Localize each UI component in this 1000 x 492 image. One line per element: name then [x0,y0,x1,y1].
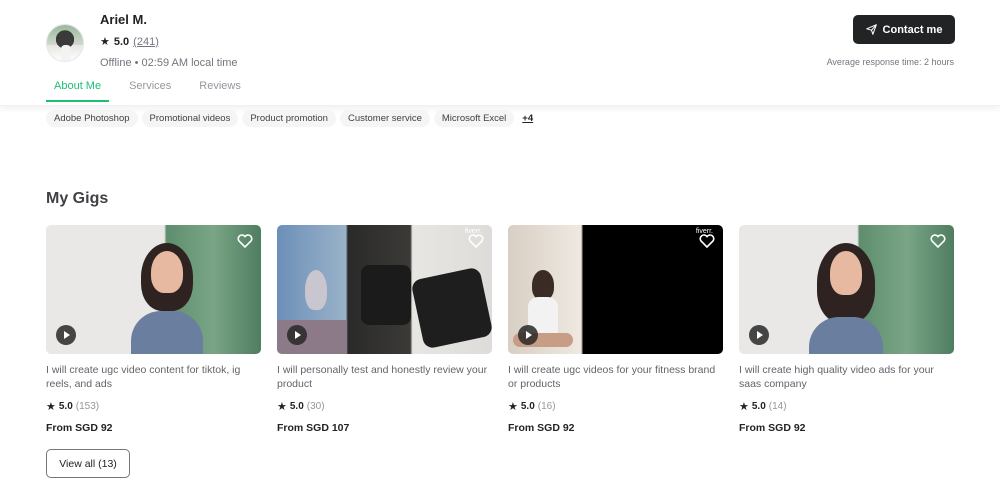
person-shirt [809,317,883,354]
play-icon[interactable] [749,325,769,345]
play-icon[interactable] [56,325,76,345]
gig-title[interactable]: I will create high quality video ads for… [739,363,954,391]
product-case [410,266,492,350]
heart-icon[interactable] [930,234,946,248]
skills-list: Adobe Photoshop Promotional videos Produ… [46,110,533,127]
person-face [830,251,862,295]
gig-rating: ★ 5.0 (30) [277,400,492,413]
response-time: Average response time: 2 hours [826,57,954,67]
play-icon[interactable] [287,325,307,345]
send-icon [865,24,877,35]
tab-reviews[interactable]: Reviews [191,80,249,102]
gig-rating: ★ 5.0 (14) [739,400,954,413]
gig-thumbnail[interactable]: fiverr. [508,225,723,354]
avatar[interactable] [46,24,84,62]
person-figure [305,270,327,310]
gig-rating-value: 5.0 [751,401,766,412]
gig-rating-count: (16) [537,401,556,412]
skill-tag[interactable]: Microsoft Excel [433,110,515,127]
heart-icon[interactable] [468,234,484,248]
gig-rating-count: (14) [768,401,787,412]
seller-name[interactable]: Ariel M. [100,12,147,27]
gig-rating-value: 5.0 [289,401,304,412]
gig-card[interactable]: I will create high quality video ads for… [739,225,954,434]
gig-price: From SGD 92 [508,422,575,434]
gig-title[interactable]: I will personally test and honestly revi… [277,363,492,391]
tab-about-me[interactable]: About Me [46,80,110,102]
rating-count-link[interactable]: (241) [133,36,159,48]
gig-rating: ★ 5.0 (153) [46,400,261,413]
view-all-button[interactable]: View all (13) [46,449,130,478]
gig-thumbnail[interactable]: fiverr. [277,225,492,354]
product-bag [361,265,411,325]
gig-rating: ★ 5.0 (16) [508,400,723,413]
gig-title[interactable]: I will create ugc video content for tikt… [46,363,261,391]
gig-card[interactable]: fiverr. I will create ugc videos for you… [508,225,723,434]
gig-price: From SGD 92 [739,422,806,434]
star-icon: ★ [739,401,749,413]
gig-card[interactable]: I will create ugc video content for tikt… [46,225,261,434]
rating-value: 5.0 [113,35,130,48]
star-icon: ★ [277,401,287,413]
gig-rating-count: (30) [306,401,325,412]
gig-rating-value: 5.0 [58,401,73,412]
gig-title[interactable]: I will create ugc videos for your fitnes… [508,363,723,391]
gig-price: From SGD 92 [46,422,113,434]
star-icon: ★ [46,401,56,413]
heart-icon[interactable] [237,234,253,248]
contact-me-label: Contact me [882,23,943,36]
profile-tabs: About Me Services Reviews [46,80,261,102]
gig-thumbnail[interactable] [739,225,954,354]
star-icon: ★ [508,401,518,413]
gig-rating-count: (153) [75,401,100,412]
gig-price: From SGD 107 [277,422,350,434]
person-shirt [131,311,203,354]
seller-rating: ★ 5.0 (241) [100,35,159,49]
person-figure [532,270,554,300]
tab-services[interactable]: Services [121,80,179,102]
skill-tag[interactable]: Promotional videos [141,110,239,127]
gig-thumbnail[interactable] [46,225,261,354]
person-face [151,251,183,293]
gig-rating-value: 5.0 [520,401,535,412]
contact-me-button[interactable]: Contact me [853,15,955,44]
play-icon[interactable] [518,325,538,345]
profile-header: Ariel M. ★ 5.0 (241) Offline • 02:59 AM … [0,0,1000,106]
gig-card[interactable]: fiverr. I will personally test and hones… [277,225,492,434]
skill-tag[interactable]: Customer service [339,110,430,127]
section-title: My Gigs [46,190,109,207]
skill-tag[interactable]: Adobe Photoshop [46,110,138,127]
online-status: Offline • 02:59 AM local time [100,57,238,69]
star-icon: ★ [100,36,110,48]
more-skills-link[interactable]: +4 [522,113,533,124]
skill-tag[interactable]: Product promotion [242,110,336,127]
heart-icon[interactable] [699,234,715,248]
